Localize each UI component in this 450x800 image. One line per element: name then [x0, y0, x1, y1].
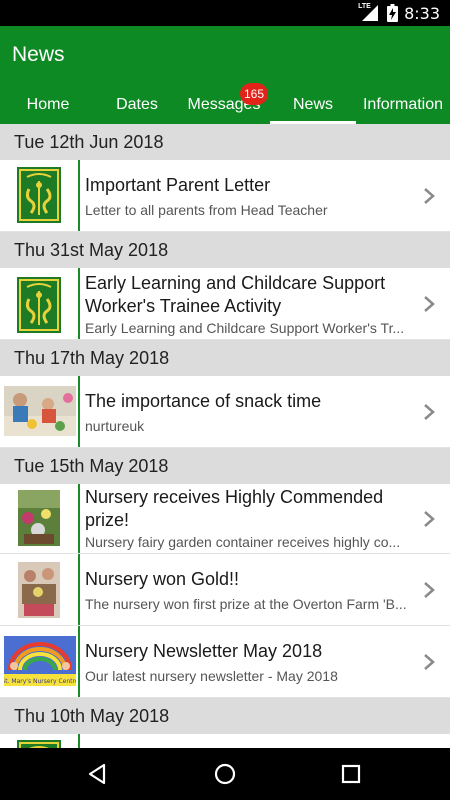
- tab-bar: Home Dates Messages News Information: [0, 88, 450, 124]
- tab-information[interactable]: Information: [356, 88, 450, 124]
- list-item[interactable]: Important Parent Letter Letter to all pa…: [0, 160, 450, 232]
- list-item[interactable]: [0, 734, 450, 748]
- garden-photo: [18, 490, 60, 551]
- network-type: LTE: [358, 3, 371, 10]
- tab-label: Home: [26, 96, 70, 113]
- school-crest-icon: [17, 740, 61, 748]
- date-header: Thu 31st May 2018: [0, 232, 450, 268]
- news-list[interactable]: Tue 12th Jun 2018 Important Parent Lette…: [0, 124, 450, 748]
- system-nav-bar: [0, 748, 450, 800]
- item-accent-line: [78, 734, 80, 748]
- chevron-right-icon: [424, 582, 435, 598]
- item-title: The importance of snack time: [85, 391, 322, 411]
- item-accent-line: [78, 484, 80, 554]
- date-header: Thu 17th May 2018: [0, 340, 450, 376]
- clock: 8:33: [404, 3, 440, 23]
- item-subtitle: nurtureuk: [85, 418, 145, 434]
- app-bar: News Home Dates Messages News Informatio…: [0, 26, 450, 124]
- list-item[interactable]: Nursery won Gold!! The nursery won first…: [0, 554, 450, 626]
- children-snack-photo: [4, 386, 76, 441]
- item-accent-line: [78, 376, 80, 448]
- item-subtitle: Early Learning and Childcare Support Wor…: [85, 320, 405, 336]
- item-title: Nursery receives Highly Commended prize!: [85, 487, 384, 530]
- tab-label: News: [292, 96, 333, 113]
- item-subtitle: Our latest nursery newsletter - May 2018: [85, 668, 338, 684]
- tab-label: Dates: [116, 96, 158, 113]
- battery-charging-icon: [386, 4, 398, 22]
- recents-icon[interactable]: [337, 760, 365, 788]
- tab-news[interactable]: News: [270, 88, 356, 124]
- chevron-right-icon: [424, 296, 435, 312]
- chevron-right-icon: [424, 188, 435, 204]
- messages-count-badge: 165: [240, 83, 268, 105]
- status-bar: LTE 8:33: [0, 0, 450, 26]
- chevron-right-icon: [424, 511, 435, 527]
- tab-home[interactable]: Home: [0, 88, 96, 124]
- list-item[interactable]: Nursery receives Highly Commended prize!…: [0, 484, 450, 554]
- signal-icon: LTE: [358, 3, 380, 22]
- chevron-right-icon: [424, 654, 435, 670]
- school-crest-icon: [17, 167, 61, 228]
- item-title: Nursery Newsletter May 2018: [85, 641, 323, 661]
- tab-dates[interactable]: Dates: [96, 88, 178, 124]
- date-header: Tue 15th May 2018: [0, 448, 450, 484]
- list-item[interactable]: Early Learning and Childcare Support Wor…: [0, 268, 450, 340]
- home-icon[interactable]: [211, 760, 239, 788]
- back-icon[interactable]: [84, 760, 112, 788]
- rainbow-banner-image: St. Mary's Nursery Centre: [1, 636, 79, 691]
- item-accent-line: [78, 626, 80, 698]
- list-item[interactable]: The importance of snack time nurtureuk: [0, 376, 450, 448]
- item-title: Nursery won Gold!!: [85, 569, 240, 589]
- date-header: Tue 12th Jun 2018: [0, 124, 450, 160]
- school-crest-icon: [17, 277, 61, 338]
- item-subtitle: The nursery won first prize at the Overt…: [85, 596, 407, 612]
- item-title: Early Learning and Childcare Support Wor…: [85, 273, 386, 316]
- page-title: News: [12, 43, 65, 66]
- item-title: Important Parent Letter: [85, 175, 271, 195]
- item-subtitle: Letter to all parents from Head Teacher: [85, 202, 328, 218]
- svg-text:St. Mary's Nursery Centre: St. Mary's Nursery Centre: [4, 678, 76, 685]
- item-accent-line: [78, 554, 80, 626]
- chevron-right-icon: [424, 404, 435, 420]
- item-subtitle: Nursery fairy garden container receives …: [85, 534, 401, 550]
- item-accent-line: [78, 268, 80, 340]
- tab-label: Information: [362, 96, 444, 113]
- list-item[interactable]: St. Mary's Nursery Centre Nursery Newsle…: [0, 626, 450, 698]
- group-photo: [18, 562, 60, 623]
- date-header: Thu 10th May 2018: [0, 698, 450, 734]
- item-accent-line: [78, 160, 80, 232]
